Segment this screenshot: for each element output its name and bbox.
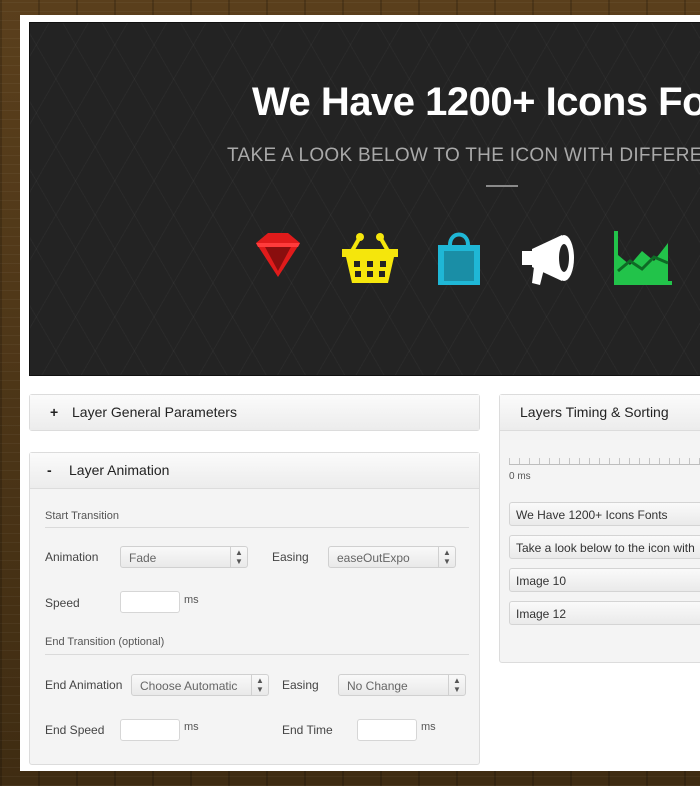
select-arrows-icon: ▲ ▼ — [438, 547, 455, 568]
general-parameters-title: Layer General Parameters — [72, 404, 237, 420]
timeline-ruler[interactable] — [509, 450, 700, 465]
end-easing-select-value: No Change — [347, 679, 408, 693]
select-arrows-icon: ▲ ▼ — [251, 675, 268, 696]
animation-select-value: Fade — [129, 551, 157, 565]
layer-animation-panel: - Layer Animation Start Transition Animat… — [29, 452, 480, 765]
end-easing-label: Easing — [282, 678, 319, 692]
ruby-gem-icon — [246, 229, 310, 289]
title-divider — [486, 185, 518, 187]
end-speed-input[interactable] — [120, 719, 180, 741]
layers-timing-header[interactable]: Layers Timing & Sorting — [500, 395, 700, 431]
end-animation-label: End Animation — [45, 678, 123, 692]
end-speed-unit: ms — [184, 721, 199, 733]
end-speed-label: End Speed — [45, 723, 105, 737]
slide-title[interactable]: We Have 1200+ Icons Fo — [252, 80, 700, 125]
slide-subtitle[interactable]: TAKE A LOOK BELOW TO THE ICON WITH DIFFE… — [227, 145, 700, 167]
timeline-zero-label: 0 ms — [509, 471, 531, 482]
end-easing-select[interactable]: No Change ▲ ▼ — [338, 674, 466, 696]
layers-timing-panel: Layers Timing & Sorting 0 ms We Have 120… — [499, 394, 700, 663]
select-arrows-icon: ▲ ▼ — [448, 675, 465, 696]
page-frame: We Have 1200+ Icons Fo TAKE A LOOK BELOW… — [20, 15, 700, 771]
layer-animation-header[interactable]: - Layer Animation — [30, 453, 479, 489]
area-chart-icon — [610, 229, 674, 289]
slide-preview: We Have 1200+ Icons Fo TAKE A LOOK BELOW… — [29, 22, 700, 376]
easing-label: Easing — [272, 550, 309, 564]
start-transition-divider — [45, 527, 469, 528]
collapse-icon: - — [47, 462, 52, 478]
layer-item[interactable]: Image 10 — [509, 568, 700, 592]
layer-animation-title: Layer Animation — [69, 462, 170, 478]
speed-input[interactable] — [120, 591, 180, 613]
end-transition-label: End Transition (optional) — [45, 636, 165, 648]
general-parameters-header[interactable]: + Layer General Parameters — [30, 395, 479, 430]
speed-unit: ms — [184, 594, 199, 606]
shopping-bag-icon — [428, 229, 492, 289]
easing-select-value: easeOutExpo — [337, 551, 410, 565]
end-transition-divider — [45, 654, 469, 655]
end-animation-select-value: Choose Automatic — [140, 679, 238, 693]
layer-item[interactable]: We Have 1200+ Icons Fonts — [509, 502, 700, 526]
shopping-basket-icon — [338, 229, 402, 289]
easing-select[interactable]: easeOutExpo ▲ ▼ — [328, 546, 456, 568]
megaphone-icon — [518, 229, 582, 289]
end-time-input[interactable] — [357, 719, 417, 741]
expand-icon: + — [50, 404, 59, 420]
start-transition-label: Start Transition — [45, 510, 119, 522]
select-arrows-icon: ▲ ▼ — [230, 547, 247, 568]
layers-timing-title: Layers Timing & Sorting — [520, 404, 669, 420]
end-time-unit: ms — [421, 721, 436, 733]
layer-item[interactable]: Take a look below to the icon with — [509, 535, 700, 559]
animation-label: Animation — [45, 550, 99, 564]
end-animation-select[interactable]: Choose Automatic ▲ ▼ — [131, 674, 269, 696]
animation-select[interactable]: Fade ▲ ▼ — [120, 546, 248, 568]
speed-label: Speed — [45, 596, 80, 610]
end-time-label: End Time — [282, 723, 333, 737]
general-parameters-panel: + Layer General Parameters — [29, 394, 480, 431]
layer-item[interactable]: Image 12 — [509, 601, 700, 625]
